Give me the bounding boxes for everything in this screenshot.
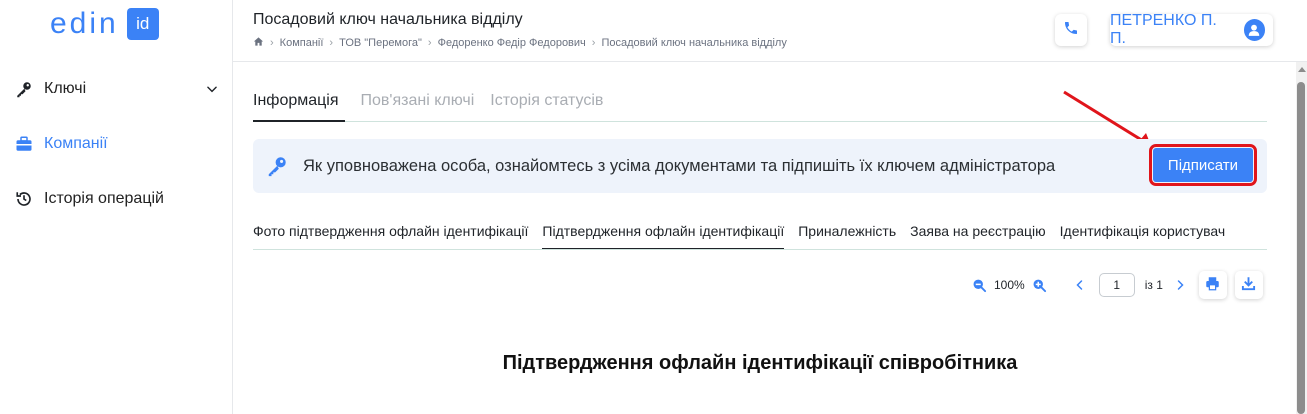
document-heading: Підтвердження офлайн ідентифікації співр… [502,352,1018,374]
breadcrumb-item: Посадовий ключ начальника відділу [601,37,787,49]
breadcrumb-separator: › [329,37,334,49]
breadcrumb-separator: › [591,37,596,49]
sign-button[interactable]: Підписати [1149,144,1257,186]
page-title: Посадовий ключ начальника відділу [253,11,523,28]
key-icon [14,79,34,99]
scrollbar-thumb[interactable] [1297,82,1305,414]
notice-message: Як уповноважена особа, ознайомтесь з усі… [303,156,1056,175]
chevron-left-icon[interactable] [1071,276,1089,294]
avatar-icon [1243,19,1265,41]
header: Посадовий ключ начальника відділу › Комп… [233,0,1307,62]
zoom-in-icon[interactable] [1031,276,1049,294]
tab-linked-keys[interactable]: Пов'язані ключі [361,88,475,121]
phone-icon [1063,20,1079,41]
doc-tab-user-identification[interactable]: Ідентифікація користувач [1060,220,1226,249]
breadcrumb-separator: › [427,37,432,49]
breadcrumb-item[interactable]: Компанії [280,37,324,49]
doc-tab-registration[interactable]: Заява на реєстрацію [910,220,1046,249]
doc-tab-offline-confirmation[interactable]: Підтвердження офлайн ідентифікації [542,220,785,249]
breadcrumb: › Компанії › ТОВ "Перемога" › Федоренко … [253,36,787,50]
logo-text: edin [50,7,119,40]
sidebar-item-label: Компанії [44,135,108,152]
zoom-out-icon[interactable] [970,276,988,294]
logo[interactable]: edin id [50,7,159,41]
document-tabs: Фото підтвердження офлайн ідентифікації … [253,220,1267,250]
zoom-level: 100% [994,278,1025,292]
chevron-right-icon[interactable] [1171,276,1189,294]
chevron-down-icon[interactable] [204,81,220,97]
viewer-toolbar: 100% 1 із 1 [970,270,1263,300]
doc-tab-affiliation[interactable]: Приналежність [798,220,896,249]
scroll-up-icon[interactable] [1297,63,1306,75]
tab-info[interactable]: Інформація [253,88,345,122]
breadcrumb-item[interactable]: Федоренко Федір Федорович [438,37,586,49]
download-icon [1241,276,1256,294]
page-number-input[interactable]: 1 [1098,273,1135,297]
print-button[interactable] [1198,271,1227,299]
logo-badge: id [126,8,159,40]
phone-button[interactable] [1055,14,1087,46]
sidebar-item-keys[interactable]: Ключі [14,74,220,104]
user-name: ПЕТРЕНКО П. П. [1110,12,1217,47]
sidebar-item-history[interactable]: Історія операцій [14,184,220,214]
sidebar-item-label: Історія операцій [44,190,164,207]
page-total: із 1 [1144,278,1163,292]
user-menu-button[interactable]: ПЕТРЕНКО П. П. [1110,12,1273,47]
breadcrumb-separator: › [270,37,274,49]
breadcrumb-item[interactable]: ТОВ "Перемога" [339,37,422,49]
briefcase-icon [14,134,34,154]
doc-tab-offline-photo[interactable]: Фото підтвердження офлайн ідентифікації [253,220,528,249]
sidebar: edin id Ключі Компанії Історія операцій [0,0,233,414]
print-icon [1205,276,1220,294]
key-icon [265,154,289,178]
home-icon[interactable] [253,36,264,50]
download-button[interactable] [1234,271,1263,299]
sign-notice: Як уповноважена особа, ознайомтесь з усі… [253,139,1267,193]
sidebar-item-label: Ключі [44,80,87,97]
tab-status-history[interactable]: Історія статусів [490,88,603,121]
history-icon [14,189,34,209]
sidebar-item-companies[interactable]: Компанії [14,129,220,159]
